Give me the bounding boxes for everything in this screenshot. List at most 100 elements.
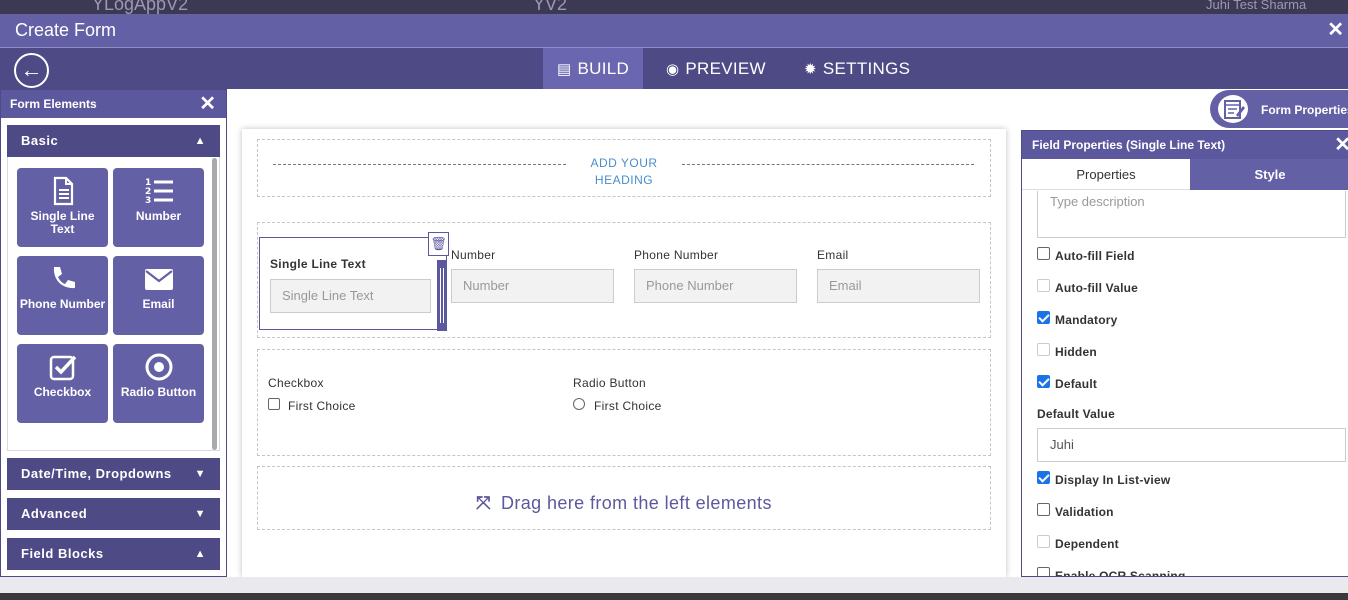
back-button[interactable]: ← [14, 53, 49, 88]
numbered-list-icon: 1 2 3 [145, 178, 173, 206]
heading-divider-right [682, 164, 974, 165]
auto-fill-value-label: Auto-fill Value [1055, 281, 1139, 295]
number-input[interactable]: Number [451, 269, 614, 303]
single-line-text-input[interactable]: Single Line Text [270, 279, 431, 313]
form-canvas: ADD YOUR HEADING Single Line Text Single… [242, 129, 1006, 577]
validation-checkbox[interactable] [1037, 503, 1050, 516]
section-datetime-label: Date/Time, Dropdowns [21, 466, 172, 481]
default-value-input[interactable]: Juhi [1037, 428, 1346, 462]
envelope-icon [144, 269, 173, 290]
first-choice-checkbox[interactable] [268, 398, 280, 410]
mandatory-label: Mandatory [1055, 313, 1118, 327]
section-basic[interactable]: Basic ▲ [7, 125, 220, 157]
close-panel-icon[interactable]: ✕ [199, 90, 216, 118]
app-name: YLogAppV2 [92, 0, 189, 14]
delete-field-button[interactable]: 🗑 [428, 232, 449, 256]
form-properties-button[interactable]: Form Properties [1210, 90, 1348, 128]
tab-build[interactable]: ▤ BUILD [543, 48, 644, 89]
bottom-bar [0, 593, 1348, 600]
display-in-list-view-checkbox[interactable] [1037, 471, 1050, 484]
auto-fill-value-checkbox[interactable] [1037, 279, 1050, 292]
eye-icon: ◉ [666, 61, 680, 78]
modal-title-bar: Create Form ✕ [0, 14, 1348, 48]
gear-icon: ✹ [804, 61, 817, 78]
builder-nav-bar: ← ▤ BUILD ◉ PREVIEW ✹ SETTINGS [0, 48, 1348, 89]
bottom-strip [0, 577, 1348, 600]
enable-ocr-label: Enable OCR Scanning [1055, 569, 1186, 577]
email-input[interactable]: Email [817, 269, 980, 303]
center-text: YV2 [533, 0, 568, 14]
phone-number-input[interactable]: Phone Number [634, 269, 797, 303]
mandatory-checkbox[interactable] [1037, 311, 1050, 324]
element-phone-number[interactable]: Phone Number [17, 256, 108, 335]
element-label: Single Line Text [30, 209, 95, 236]
heading-box[interactable]: ADD YOUR HEADING [257, 139, 991, 197]
add-heading-line2: HEADING [594, 173, 654, 187]
tab-preview[interactable]: ◉ PREVIEW [652, 48, 780, 89]
drag-handle[interactable] [437, 260, 447, 331]
section-field-blocks-label: Field Blocks [21, 546, 104, 561]
chevron-up-icon: ▲ [194, 135, 206, 147]
radio-choice-label: First Choice [594, 399, 662, 413]
element-checkbox[interactable]: Checkbox [17, 344, 108, 423]
dependent-label: Dependent [1055, 537, 1119, 551]
checkbox-field-label: Checkbox [268, 376, 324, 390]
drop-zone[interactable]: ⤧ Drag here from the left elements [257, 466, 991, 530]
enable-ocr-checkbox[interactable] [1037, 567, 1050, 576]
hidden-checkbox[interactable] [1037, 343, 1050, 356]
default-value-label: Default Value [1037, 407, 1115, 421]
tab-settings[interactable]: ✹ SETTINGS [790, 48, 924, 89]
drop-zone-text: Drag here from the left elements [500, 493, 772, 513]
section-datetime-dropdowns[interactable]: Date/Time, Dropdowns ▼ [7, 458, 220, 490]
element-label: Radio Button [120, 385, 197, 399]
section-field-blocks[interactable]: Field Blocks ▲ [7, 538, 220, 570]
form-elements-header: Form Elements ✕ [1, 90, 226, 118]
radio-icon [145, 353, 172, 381]
form-properties-label: Form Properties [1261, 103, 1348, 117]
field-properties-title: Field Properties (Single Line Text) [1032, 138, 1226, 152]
modal-title: Create Form [15, 20, 117, 40]
first-choice-radio[interactable] [573, 398, 585, 410]
chevron-up-icon: ▲ [194, 548, 206, 560]
element-label: Number [135, 209, 182, 223]
field-label: Single Line Text [270, 257, 366, 271]
svg-text:3: 3 [145, 196, 151, 206]
element-email[interactable]: Email [113, 256, 204, 335]
elements-scrollbar[interactable] [212, 158, 217, 450]
element-label: Email [142, 297, 175, 311]
add-heading-line1: ADD YOUR [590, 156, 658, 170]
field-label-number: Number [451, 248, 496, 262]
validation-label: Validation [1055, 505, 1114, 519]
add-heading-link[interactable]: ADD YOUR HEADING [563, 155, 685, 189]
section-advanced[interactable]: Advanced ▼ [7, 498, 220, 530]
radio-field-label: Radio Button [573, 376, 646, 390]
document-icon [53, 176, 73, 206]
description-textarea[interactable]: Type description [1037, 191, 1346, 238]
close-modal-button[interactable]: ✕ [1327, 17, 1344, 42]
checkbox-choice-label: First Choice [288, 399, 356, 413]
field-label-phone: Phone Number [634, 248, 719, 262]
phone-icon [53, 267, 75, 289]
element-radio-button[interactable]: Radio Button [113, 344, 204, 423]
element-number[interactable]: 1 2 3 Number [113, 168, 204, 247]
chevron-down-icon: ▼ [194, 508, 206, 520]
element-single-line-text[interactable]: Single Line Text [17, 168, 108, 247]
default-checkbox[interactable] [1037, 375, 1050, 388]
background-app-bar: YLogAppV2 YV2 Juhi Test Sharma [0, 0, 1348, 14]
form-elements-title: Form Elements [10, 97, 97, 111]
tab-style[interactable]: Style [1190, 159, 1348, 190]
element-label: Checkbox [33, 385, 92, 399]
tab-properties[interactable]: Properties [1022, 159, 1190, 190]
hidden-label: Hidden [1055, 345, 1097, 359]
expand-icon: ⤧ [476, 493, 491, 513]
close-panel-icon[interactable]: ✕ [1334, 131, 1348, 159]
user-name: Juhi Test Sharma [1206, 0, 1307, 12]
dependent-checkbox[interactable] [1037, 535, 1050, 548]
default-label: Default [1055, 377, 1098, 391]
build-icon: ▤ [557, 61, 572, 78]
selected-field-single-line-text[interactable]: Single Line Text Single Line Text 🗑 [259, 232, 449, 331]
field-label-email: Email [817, 248, 849, 262]
form-elements-panel: Form Elements ✕ Basic ▲ Single Line Text… [0, 89, 227, 577]
form-row-choices: Checkbox First Choice Radio Button First… [257, 349, 991, 456]
auto-fill-field-checkbox[interactable] [1037, 247, 1050, 260]
